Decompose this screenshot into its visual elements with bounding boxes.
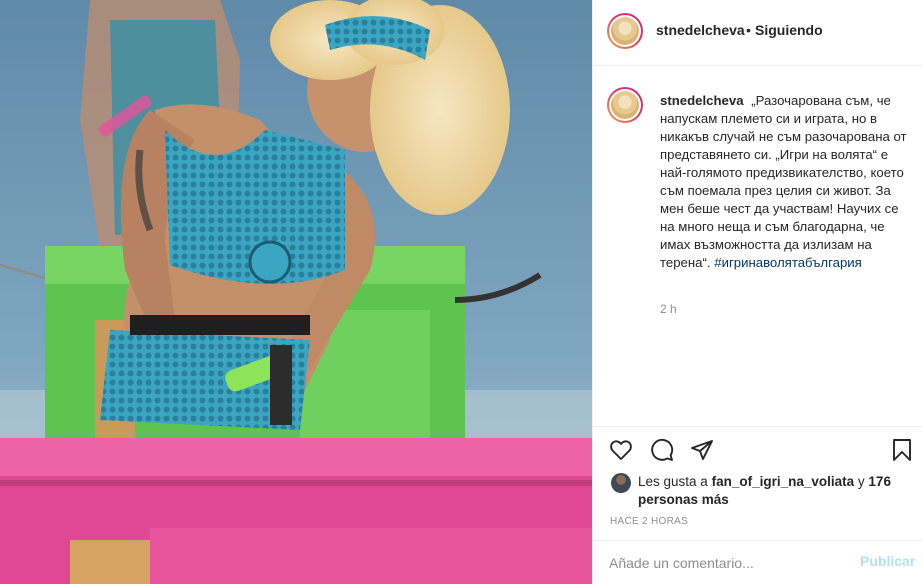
caption: stnedelcheva „Разочарована съм, че напус… bbox=[660, 92, 916, 272]
caption-avatar[interactable] bbox=[607, 87, 643, 123]
liker-username[interactable]: fan_of_igri_na_voliata bbox=[712, 474, 855, 489]
heart-icon[interactable] bbox=[609, 438, 633, 462]
liker-avatar[interactable] bbox=[611, 473, 631, 493]
caption-text: „Разочарована съм, че напускам племето с… bbox=[660, 93, 907, 270]
header-username[interactable]: stnedelcheva bbox=[656, 22, 745, 38]
hashtag-link[interactable]: #игринаволятабългария bbox=[714, 255, 862, 270]
following-button[interactable]: Siguiendo bbox=[755, 22, 823, 38]
caption-username[interactable]: stnedelcheva bbox=[660, 93, 744, 108]
avatar[interactable] bbox=[607, 13, 643, 49]
comment-bubble-icon[interactable] bbox=[650, 438, 674, 462]
caption-time: 2 h bbox=[660, 302, 677, 316]
likes-prefix: Les gusta a bbox=[638, 474, 708, 489]
bookmark-icon[interactable] bbox=[890, 438, 914, 462]
post-photo[interactable] bbox=[0, 0, 592, 584]
post-header: stnedelcheva • Siguiendo bbox=[593, 0, 923, 66]
comment-input[interactable] bbox=[609, 553, 839, 573]
caption-section: stnedelcheva „Разочарована съм, че напус… bbox=[593, 66, 923, 426]
likes-summary: Les gusta a fan_of_igri_na_voliata y 176… bbox=[638, 473, 908, 509]
likes-connector: y bbox=[857, 474, 865, 489]
publish-button[interactable]: Publicar bbox=[860, 553, 915, 569]
post-image bbox=[0, 0, 592, 584]
header-separator: • bbox=[746, 22, 751, 38]
paper-plane-icon[interactable] bbox=[690, 438, 714, 462]
post-timestamp: HACE 2 HORAS bbox=[610, 516, 689, 527]
action-bar: Les gusta a fan_of_igri_na_voliata y 176… bbox=[593, 426, 923, 540]
post-panel: stnedelcheva • Siguiendo stnedelcheva „Р… bbox=[592, 0, 923, 584]
comment-composer: Publicar bbox=[593, 540, 923, 584]
